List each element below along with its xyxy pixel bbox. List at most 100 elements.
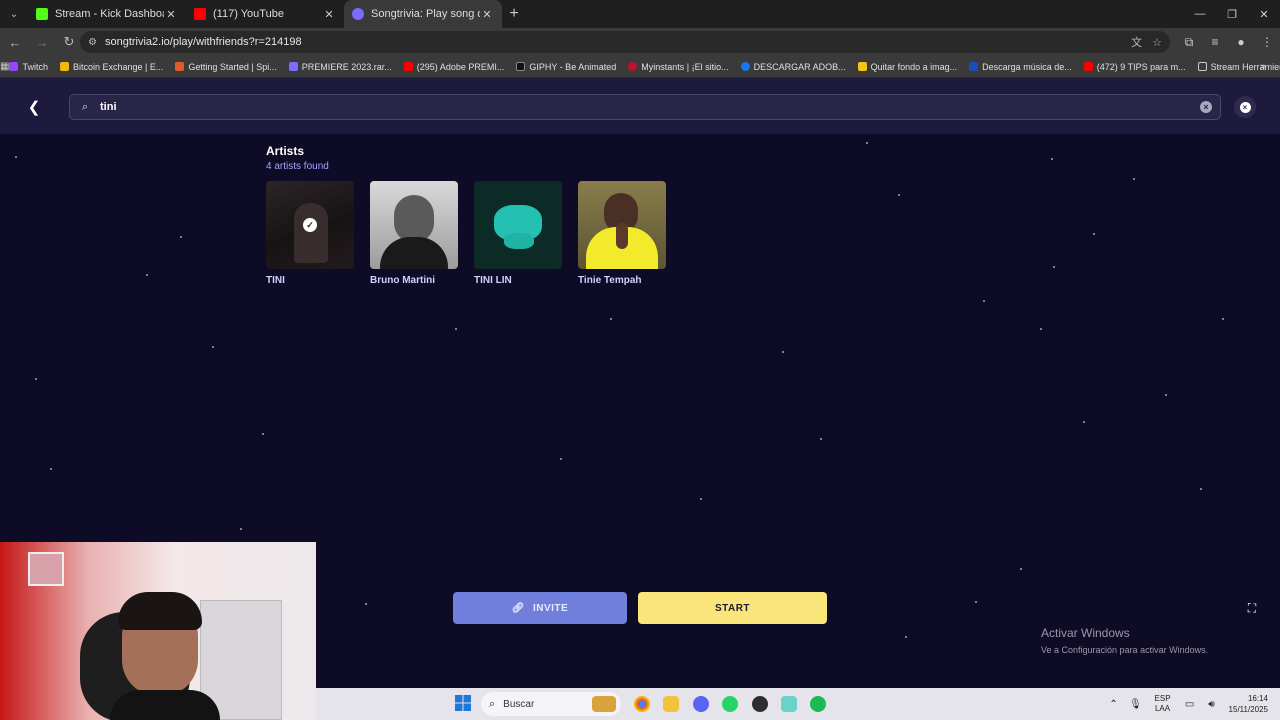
search-input[interactable]: ⌕ tini ×: [69, 94, 1221, 120]
clock[interactable]: 16:14 15/11/2025: [1229, 693, 1268, 715]
artist-card-bruno-martini[interactable]: Bruno Martini: [370, 181, 458, 286]
volume-icon[interactable]: 🔊︎: [1201, 699, 1223, 710]
artist-name: Bruno Martini: [370, 275, 435, 286]
clock-time: 16:14: [1247, 694, 1268, 703]
bookmark-label: Quitar fondo a imag...: [870, 61, 958, 72]
songtrivia-icon: [352, 8, 364, 20]
bookmark-item[interactable]: GIPHY - Be Animated: [516, 62, 616, 72]
tab-title: Songtrivia: Play song quizzes w: [371, 8, 480, 20]
watermark-title: Activar Windows: [1041, 626, 1130, 640]
taskbar-search-label: Buscar: [503, 698, 535, 710]
discord-icon[interactable]: [693, 696, 709, 712]
fullscreen-icon[interactable]: ⛶: [1245, 601, 1259, 615]
bookmark-item[interactable]: Myinstants | ¡El sitio...: [628, 62, 729, 72]
chrome-icon[interactable]: [634, 696, 650, 712]
menu-kebab-icon[interactable]: ⋮: [1254, 35, 1280, 49]
widget-icon[interactable]: [592, 696, 616, 712]
chevron-up-icon[interactable]: ⌃: [1103, 699, 1125, 710]
apps-grid-icon[interactable]: ▦: [0, 61, 9, 72]
media-icon[interactable]: ≡: [1202, 35, 1228, 49]
bookmark-item[interactable]: Getting Started | Spi...: [175, 61, 277, 72]
tab-youtube[interactable]: (117) YouTube ✕: [186, 0, 344, 28]
bookmark-label: Bitcoin Exchange | E...: [72, 61, 164, 72]
close-icon[interactable]: ✕: [322, 8, 336, 21]
bookmark-label: Twitch: [22, 61, 48, 72]
bookmark-item[interactable]: Bitcoin Exchange | E...: [59, 61, 164, 72]
network-icon[interactable]: ▭: [1179, 699, 1201, 710]
bookmark-item[interactable]: Descarga música de...: [969, 62, 1072, 72]
bookmark-item[interactable]: DESCARGAR ADOB...: [740, 61, 846, 72]
artist-card-tinie-tempah[interactable]: Tinie Tempah: [578, 181, 666, 286]
section-title: Artists: [266, 144, 305, 158]
language-indicator[interactable]: ESP LAA: [1155, 694, 1171, 714]
bookmark-label: DESCARGAR ADOB...: [753, 61, 846, 72]
address-bar[interactable]: ⚙ songtrivia2.io/play/withfriends?r=2141…: [80, 31, 1170, 53]
bookmark-label: Stream Herramientas: [1210, 61, 1280, 72]
link-icon: 🔗︎: [511, 602, 525, 614]
url-text: songtrivia2.io/play/withfriends?r=214198: [104, 36, 302, 48]
bookmark-label: Descarga música de...: [982, 61, 1072, 72]
reload-icon[interactable]: ↻: [57, 34, 81, 50]
artist-photo: ✓: [266, 181, 354, 269]
extensions-icon[interactable]: ⧉: [1176, 35, 1202, 50]
clock-date: 15/11/2025: [1228, 705, 1268, 714]
bookmark-label: (472) 9 TIPS para m...: [1096, 61, 1186, 72]
kick-icon: [36, 8, 48, 20]
streamlabs-icon[interactable]: [781, 696, 797, 712]
bookmark-item[interactable]: (295) Adobe PREMI...: [403, 62, 504, 72]
new-tab-icon[interactable]: +: [502, 5, 526, 23]
restore-icon[interactable]: ❐: [1216, 0, 1248, 28]
start-button[interactable]: START: [638, 592, 827, 624]
minimize-icon[interactable]: —: [1184, 0, 1216, 28]
bookmark-item[interactable]: Twitch: [9, 62, 48, 72]
results-count: 4 artists found: [266, 161, 329, 172]
file-icon: [288, 62, 298, 71]
window-close-icon[interactable]: ✕: [1248, 0, 1280, 28]
giphy-icon: [516, 62, 526, 71]
start-label: START: [714, 602, 751, 614]
artist-card-tini-lin[interactable]: TINI LIN: [474, 181, 562, 286]
bookmark-item[interactable]: PREMIERE 2023.rar...: [288, 61, 392, 72]
artist-photo: [370, 181, 458, 269]
windows-activation-watermark: Activar Windows Ve a Configuración para …: [1041, 626, 1208, 655]
bookmark-label: GIPHY - Be Animated: [529, 61, 617, 72]
windows-start-icon[interactable]: [455, 695, 471, 711]
bookmark-item[interactable]: (472) 9 TIPS para m...: [1083, 61, 1186, 72]
obs-icon[interactable]: [752, 696, 768, 712]
back-arrow-icon[interactable]: ←: [3, 35, 27, 50]
bookmark-label: PREMIERE 2023.rar...: [301, 61, 392, 72]
microphone-icon[interactable]: 🎙︎: [1125, 699, 1147, 710]
invite-button[interactable]: 🔗︎ INVITE: [453, 592, 627, 624]
invite-label: INVITE: [532, 602, 569, 614]
file-explorer-icon[interactable]: [663, 696, 679, 712]
music-icon: [969, 62, 979, 71]
spotify-icon[interactable]: [810, 696, 826, 712]
close-icon[interactable]: ✕: [480, 8, 494, 21]
bookmark-star-icon[interactable]: ☆: [1152, 36, 1162, 49]
clear-search-icon[interactable]: ×: [1200, 101, 1212, 113]
youtube-icon: [1083, 62, 1093, 71]
spicetify-icon: [175, 62, 185, 71]
forward-arrow-icon[interactable]: →: [30, 35, 54, 50]
close-button[interactable]: ×: [1234, 96, 1256, 118]
artist-card-tini[interactable]: ✓ TINI: [266, 181, 354, 286]
chevron-left-icon: ❮: [27, 99, 41, 116]
more-bookmarks-icon[interactable]: »: [1260, 61, 1266, 72]
site-info-icon[interactable]: ⚙: [88, 37, 97, 48]
lang-bottom: LAA: [1154, 704, 1171, 713]
back-button[interactable]: ❮: [22, 95, 46, 119]
bookmark-item[interactable]: Quitar fondo a imag...: [857, 61, 958, 72]
top-navigation: ❮ ⌕ tini × ×: [0, 78, 1280, 134]
folder-icon: [1197, 62, 1207, 71]
close-icon[interactable]: ✕: [164, 8, 178, 21]
profile-avatar[interactable]: ●: [1228, 35, 1254, 49]
tab-search-icon[interactable]: ⌄: [0, 0, 28, 28]
translate-icon[interactable]: 文: [1131, 34, 1142, 50]
search-value: tini: [100, 101, 117, 113]
tab-songtrivia[interactable]: Songtrivia: Play song quizzes w ✕: [344, 0, 502, 28]
tab-kick[interactable]: Stream - Kick Dashboard ✕: [28, 0, 186, 28]
bookmark-label: Getting Started | Spi...: [188, 61, 277, 72]
bookmark-folder[interactable]: Stream Herramientas: [1197, 61, 1280, 72]
whatsapp-icon[interactable]: [722, 696, 738, 712]
youtube-icon: [403, 62, 413, 71]
